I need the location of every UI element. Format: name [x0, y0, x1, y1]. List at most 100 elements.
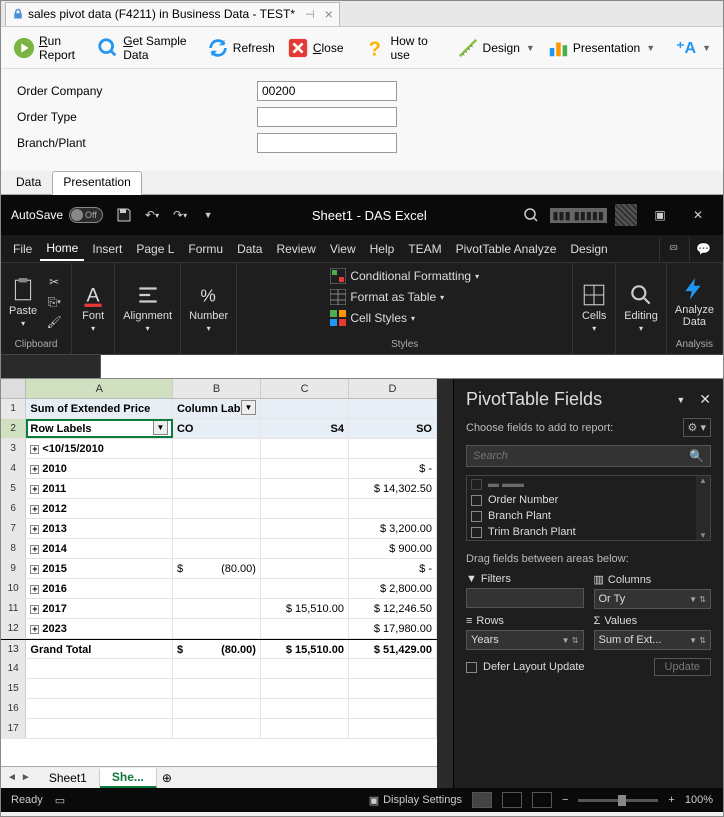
- expand-icon[interactable]: +: [30, 485, 39, 494]
- branch-plant-input[interactable]: [257, 133, 397, 153]
- table-row[interactable]: 8+2014$ 900.00: [1, 539, 437, 559]
- checkbox[interactable]: [471, 527, 482, 538]
- col-header-b[interactable]: B: [173, 379, 261, 398]
- table-row[interactable]: 11+2017$ 15,510.00$ 12,246.50: [1, 599, 437, 619]
- table-row[interactable]: 4+2010$ -: [1, 459, 437, 479]
- order-type-input[interactable]: [257, 107, 397, 127]
- sheet-tab[interactable]: Sheet1: [37, 769, 100, 787]
- ribbon-tab-data[interactable]: Data: [231, 238, 268, 260]
- autosave-toggle[interactable]: AutoSave Off: [11, 207, 103, 223]
- how-to-use-button[interactable]: ? How to use: [360, 32, 439, 64]
- sheet-nav-prev-icon[interactable]: ◄: [7, 772, 17, 783]
- tab-data[interactable]: Data: [5, 171, 52, 194]
- pin-icon[interactable]: ⊣: [305, 8, 315, 21]
- zoom-level[interactable]: 100%: [685, 794, 713, 806]
- chevron-down-icon[interactable]: ▼ ⇅: [689, 636, 706, 645]
- conditional-formatting-button[interactable]: Conditional Formatting ▾: [328, 267, 481, 285]
- page-layout-view-icon[interactable]: [502, 792, 522, 808]
- field-branch-plant[interactable]: Branch Plant: [467, 508, 710, 524]
- ribbon-tab-pivot-analyze[interactable]: PivotTable Analyze: [450, 238, 563, 260]
- filters-area[interactable]: [466, 588, 584, 608]
- page-break-view-icon[interactable]: [532, 792, 552, 808]
- expand-icon[interactable]: +: [30, 545, 39, 554]
- table-row[interactable]: 17: [1, 719, 437, 739]
- zoom-slider[interactable]: [578, 799, 658, 802]
- pivot-fields-list[interactable]: ▬ ▬▬ Order Number Branch Plant Trim Bran…: [466, 475, 711, 541]
- gear-icon[interactable]: ⚙ ▾: [683, 418, 711, 437]
- zoom-in-icon[interactable]: +: [668, 794, 674, 806]
- table-row[interactable]: 9+2015$(80.00)$ -: [1, 559, 437, 579]
- field-trim-branch-plant[interactable]: Trim Branch Plant: [467, 524, 710, 540]
- format-painter-icon[interactable]: 🖌: [43, 313, 65, 331]
- ribbon-tab-design[interactable]: Design: [564, 238, 613, 260]
- ribbon-tab-file[interactable]: File: [7, 238, 38, 260]
- expand-icon[interactable]: +: [30, 625, 39, 634]
- expand-icon[interactable]: +: [30, 445, 39, 454]
- table-row[interactable]: 16: [1, 699, 437, 719]
- table-row[interactable]: 7+2013$ 3,200.00: [1, 519, 437, 539]
- ribbon-tab-insert[interactable]: Insert: [86, 238, 128, 260]
- ribbon-tab-home[interactable]: Home: [40, 237, 84, 261]
- macro-record-icon[interactable]: ▭: [55, 794, 65, 807]
- fields-scrollbar[interactable]: ▲▼: [696, 476, 710, 540]
- cell-styles-button[interactable]: Cell Styles ▾: [328, 309, 417, 327]
- close-panel-icon[interactable]: ✕: [699, 391, 711, 408]
- expand-icon[interactable]: +: [30, 605, 39, 614]
- columns-area[interactable]: Or Ty▼ ⇅: [594, 589, 712, 609]
- paste-button[interactable]: Paste▾: [7, 275, 39, 330]
- select-all-corner[interactable]: [1, 379, 26, 398]
- ribbon-tab-help[interactable]: Help: [364, 238, 401, 260]
- cut-icon[interactable]: ✂: [43, 273, 65, 291]
- expand-icon[interactable]: +: [30, 565, 39, 574]
- ribbon-tab-pagelayout[interactable]: Page L: [130, 238, 180, 260]
- pivot-search[interactable]: 🔍: [466, 445, 711, 467]
- redo-icon[interactable]: ↷▾: [169, 204, 191, 226]
- field-order-number[interactable]: Order Number: [467, 492, 710, 508]
- sheet-tab-active[interactable]: She...: [100, 768, 157, 788]
- normal-view-icon[interactable]: [472, 792, 492, 808]
- editing-button[interactable]: Editing▾: [622, 280, 660, 335]
- ribbon-tab-review[interactable]: Review: [270, 238, 321, 260]
- zoom-out-icon[interactable]: −: [562, 794, 568, 806]
- font-button[interactable]: A Font▾: [78, 280, 108, 335]
- rows-area[interactable]: Years▼ ⇅: [466, 630, 584, 650]
- vertical-scrollbar[interactable]: [437, 379, 453, 788]
- number-button[interactable]: % Number▾: [187, 280, 230, 335]
- order-company-input[interactable]: [257, 81, 397, 101]
- save-icon[interactable]: [113, 204, 135, 226]
- window-close-icon[interactable]: ✕: [683, 203, 713, 227]
- table-row[interactable]: 1Sum of Extended PriceColumn Lab▼: [1, 399, 437, 419]
- update-button[interactable]: Update: [654, 658, 711, 676]
- design-dropdown[interactable]: Design▼: [453, 35, 539, 61]
- expand-icon[interactable]: +: [30, 525, 39, 534]
- panel-dropdown-icon[interactable]: ▼: [676, 395, 685, 405]
- font-sup-button[interactable]: ⁺A▼: [672, 36, 715, 60]
- values-area[interactable]: Sum of Ext...▼ ⇅: [594, 630, 712, 650]
- comments-icon[interactable]: 💬: [689, 237, 717, 261]
- table-row[interactable]: 15: [1, 679, 437, 699]
- table-row[interactable]: 3+<10/15/2010: [1, 439, 437, 459]
- add-sheet-icon[interactable]: ⊕: [157, 771, 177, 785]
- undo-icon[interactable]: ↶▾: [141, 204, 163, 226]
- filter-dropdown-icon[interactable]: ▼: [241, 400, 256, 415]
- get-sample-data-button[interactable]: Get Sample Data: [93, 32, 199, 64]
- tab-presentation[interactable]: Presentation: [52, 171, 141, 195]
- ribbon-display-icon[interactable]: ▣: [645, 203, 675, 227]
- refresh-button[interactable]: Refresh: [203, 35, 279, 61]
- format-as-table-button[interactable]: Format as Table ▾: [328, 288, 446, 306]
- table-row[interactable]: 6+2012: [1, 499, 437, 519]
- col-header-a[interactable]: A: [26, 379, 173, 398]
- expand-icon[interactable]: +: [30, 465, 39, 474]
- expand-icon[interactable]: +: [30, 585, 39, 594]
- checkbox[interactable]: [471, 495, 482, 506]
- table-row[interactable]: 10+2016$ 2,800.00: [1, 579, 437, 599]
- presentation-dropdown[interactable]: Presentation▼: [543, 35, 659, 61]
- filter-dropdown-icon[interactable]: ▼: [153, 420, 168, 435]
- sheet-nav-next-icon[interactable]: ►: [21, 772, 31, 783]
- spreadsheet-grid[interactable]: A B C D 1Sum of Extended PriceColumn Lab…: [1, 379, 437, 788]
- table-row[interactable]: 2Row Labels▼COS4SO: [1, 419, 437, 439]
- table-row[interactable]: 13Grand Total$(80.00)$ 15,510.00$ 51,429…: [1, 639, 437, 659]
- run-report-button[interactable]: Run Report: [9, 32, 89, 64]
- table-row[interactable]: 5+2011$ 14,302.50: [1, 479, 437, 499]
- col-header-d[interactable]: D: [349, 379, 437, 398]
